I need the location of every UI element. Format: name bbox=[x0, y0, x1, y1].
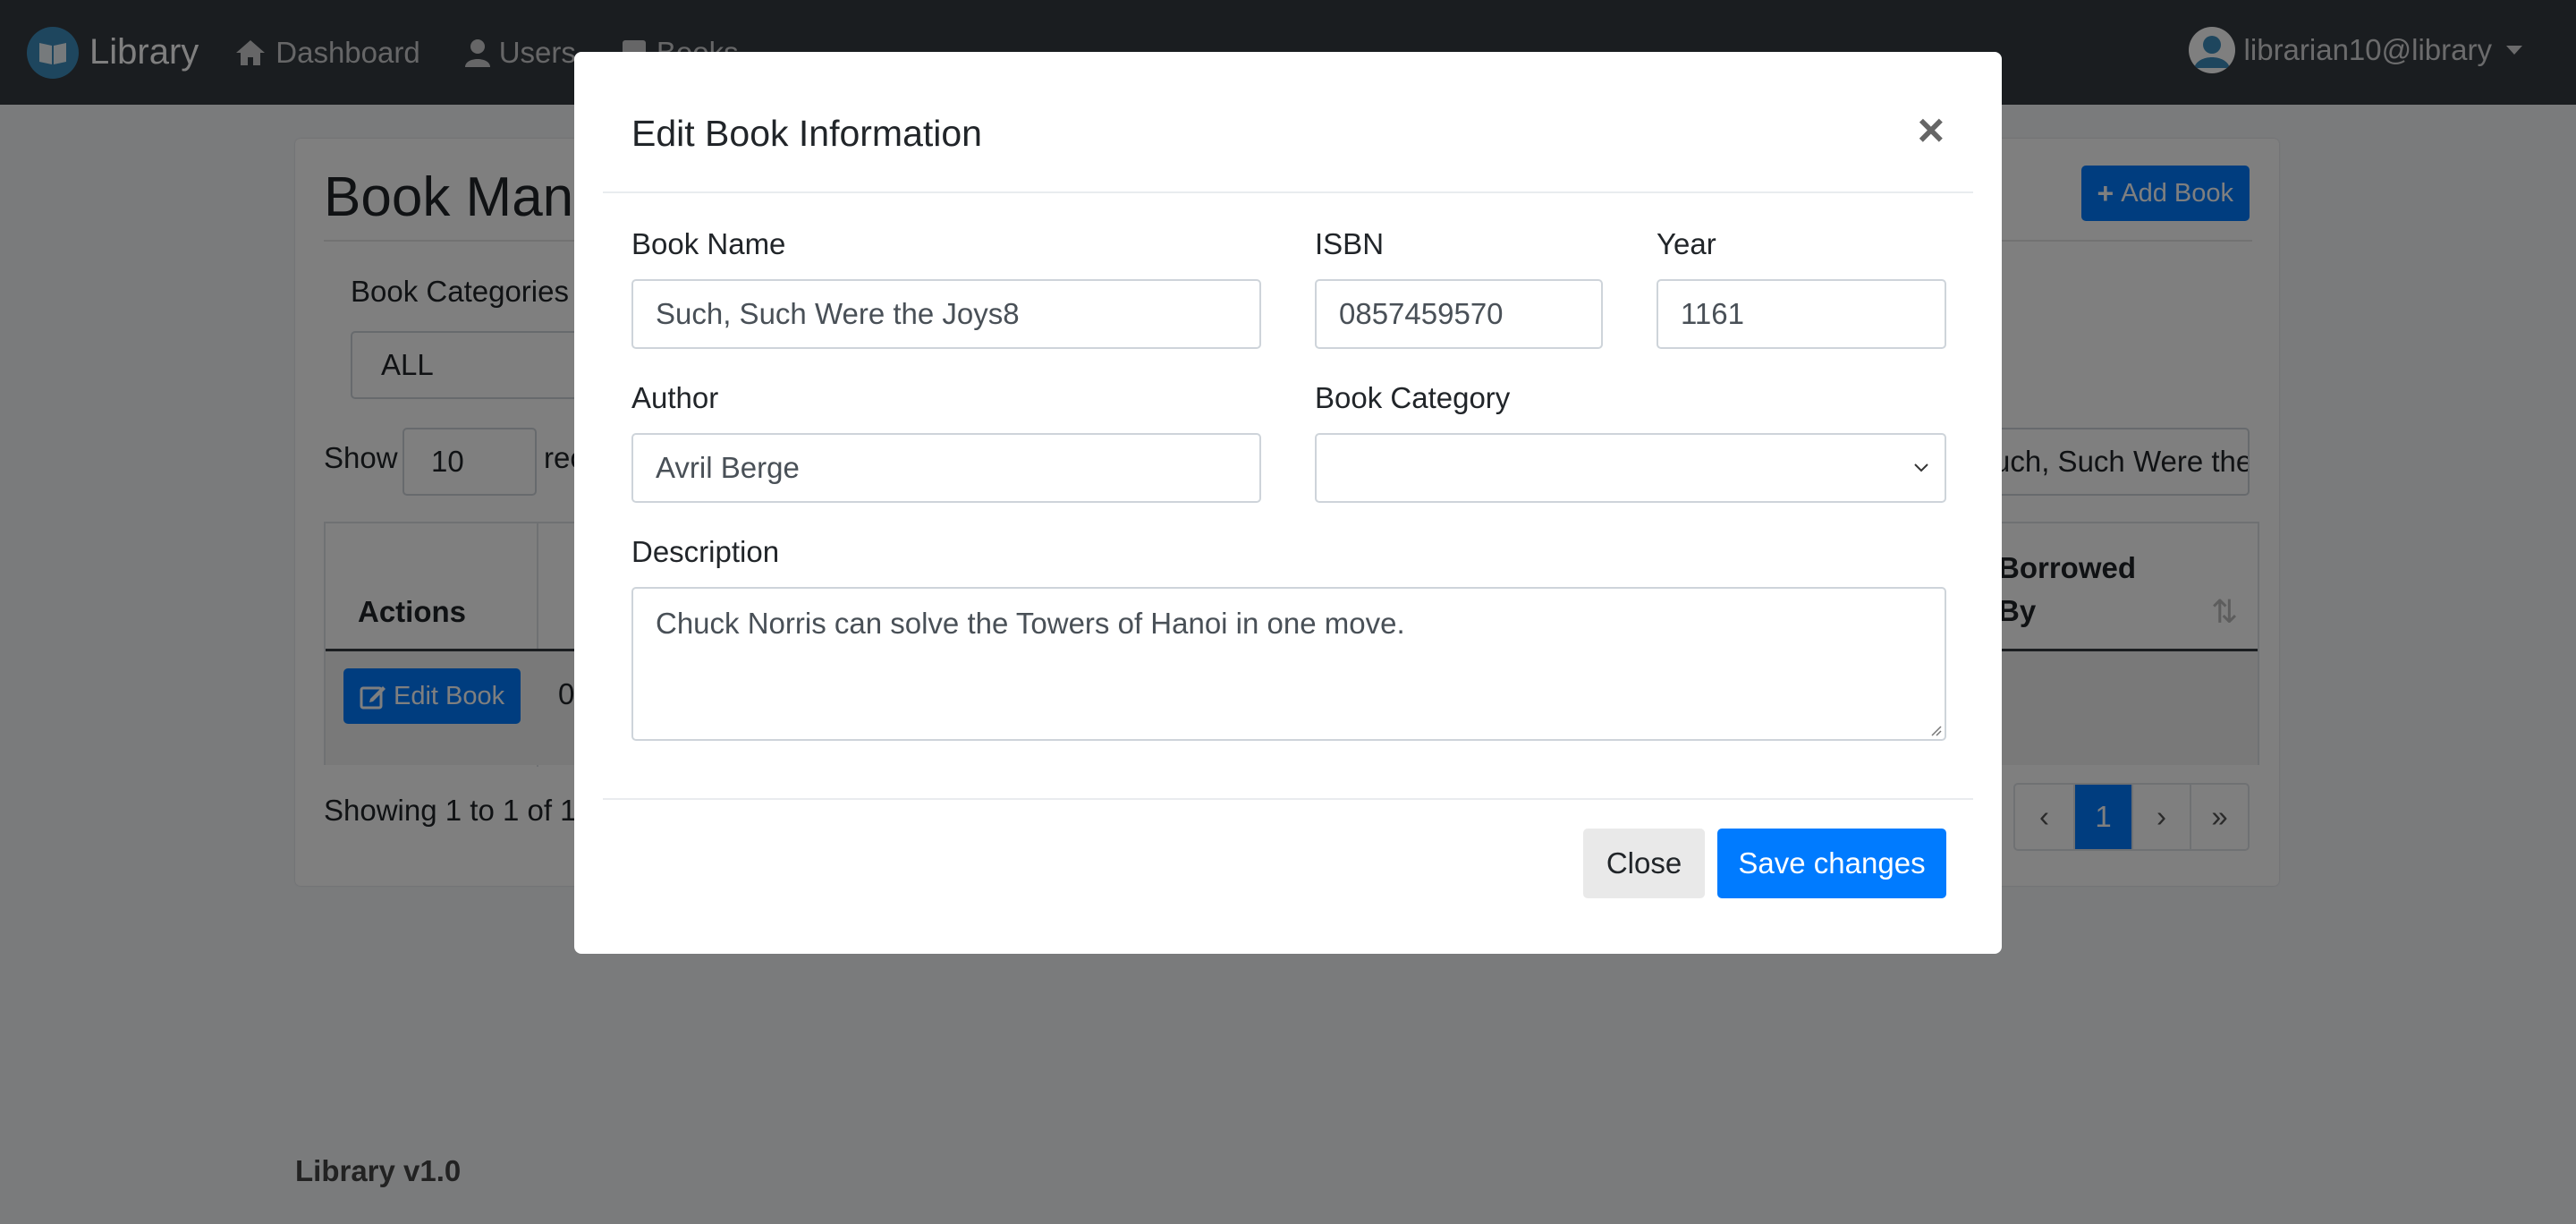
resize-handle-icon[interactable] bbox=[1929, 724, 1942, 736]
description-text: Chuck Norris can solve the Towers of Han… bbox=[656, 607, 1405, 640]
close-button[interactable]: Close bbox=[1583, 829, 1705, 898]
save-changes-button[interactable]: Save changes bbox=[1717, 829, 1946, 898]
modal-header-divider bbox=[603, 191, 1973, 193]
description-textarea[interactable]: Chuck Norris can solve the Towers of Han… bbox=[631, 587, 1946, 741]
edit-book-modal: Edit Book Information × Book Name Such, … bbox=[574, 52, 2002, 954]
modal-footer-divider bbox=[603, 798, 1973, 800]
chevron-down-icon bbox=[1914, 463, 1928, 472]
close-icon[interactable]: × bbox=[1918, 107, 1945, 154]
book-name-input[interactable]: Such, Such Were the Joys8 bbox=[631, 279, 1261, 349]
book-category-label: Book Category bbox=[1315, 381, 1511, 414]
modal-title: Edit Book Information bbox=[631, 113, 982, 154]
book-name-label: Book Name bbox=[631, 227, 786, 260]
isbn-label: ISBN bbox=[1315, 227, 1385, 260]
author-input[interactable]: Avril Berge bbox=[631, 433, 1261, 503]
year-label: Year bbox=[1657, 227, 1716, 260]
author-label: Author bbox=[631, 381, 719, 414]
book-category-select[interactable] bbox=[1315, 433, 1946, 503]
description-label: Description bbox=[631, 535, 780, 568]
isbn-input[interactable]: 0857459570 bbox=[1315, 279, 1603, 349]
year-input[interactable]: 1161 bbox=[1657, 279, 1946, 349]
